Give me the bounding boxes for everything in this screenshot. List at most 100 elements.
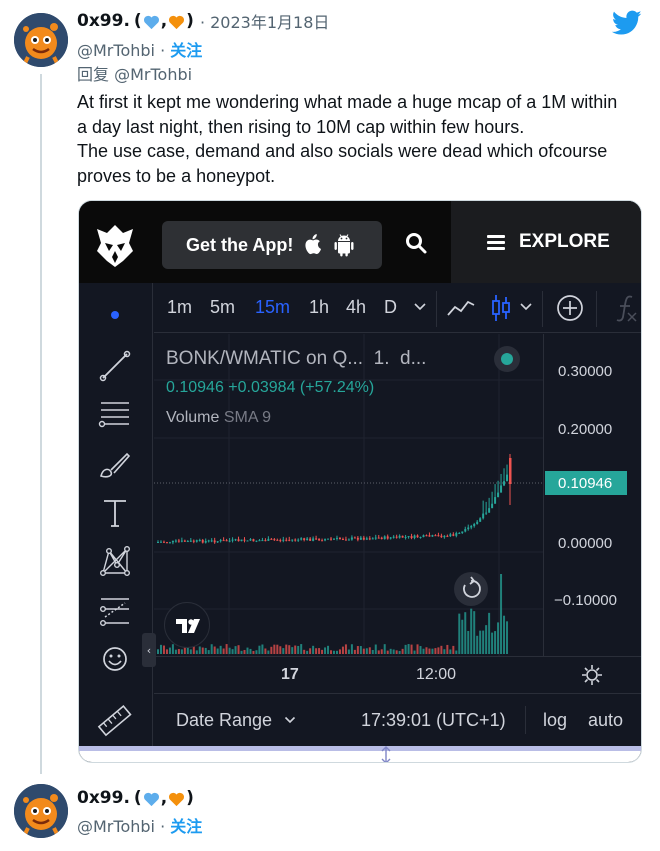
tweet-date[interactable]: · 2023年1月18日	[200, 9, 329, 33]
emoji-icon[interactable]	[97, 641, 133, 677]
settings-gear-icon[interactable]	[581, 664, 603, 686]
drawing-toolbar	[79, 283, 153, 746]
chevron-down-icon[interactable]	[413, 302, 427, 312]
volume-bar	[252, 650, 255, 654]
tradingview-logo-icon[interactable]	[164, 602, 210, 648]
tweet-text-line: At first it kept me wondering what made …	[77, 92, 618, 112]
chevron-down-icon[interactable]	[519, 302, 533, 312]
explore-button[interactable]: EXPLORE	[451, 201, 641, 283]
date-range-button[interactable]: Date Range	[176, 710, 272, 731]
candle-body	[497, 492, 500, 498]
candle-body	[204, 541, 207, 543]
candles-icon[interactable]	[489, 293, 513, 323]
avatar[interactable]	[14, 13, 68, 67]
timeframe-1h[interactable]: 1h	[309, 297, 329, 318]
volume-bar	[494, 631, 497, 654]
name-paren-open: (	[133, 11, 142, 31]
volume-bar	[264, 648, 267, 654]
volume-bar	[300, 644, 303, 654]
tweet-text-line: proves to be a honeypot.	[77, 165, 276, 186]
collapse-toolbar-button[interactable]: ‹	[142, 633, 156, 667]
timeframe-5m[interactable]: 5m	[210, 297, 235, 318]
candle-body	[410, 536, 413, 539]
add-indicator-icon[interactable]	[556, 294, 584, 322]
volume-bar	[422, 648, 425, 654]
candle-body	[258, 540, 261, 542]
log-scale-toggle[interactable]: log	[543, 710, 567, 731]
candle-body	[261, 540, 264, 542]
avatar[interactable]	[14, 784, 68, 838]
timeframe-15m[interactable]: 15m	[255, 297, 290, 318]
volume-bar	[240, 650, 243, 654]
reply-to-text[interactable]: 回复 @MrTohbi	[77, 61, 192, 85]
author-name-row[interactable]: 0x99. ( , )	[77, 788, 194, 808]
candle-body	[491, 503, 494, 509]
volume-bar	[237, 645, 240, 654]
handle-separator: ·	[160, 817, 166, 836]
ruler-icon[interactable]	[97, 703, 133, 739]
chevron-down-icon[interactable]	[284, 716, 296, 725]
next-tweet[interactable]: 0x99. ( , ) @MrTohbi · 关注	[0, 780, 660, 851]
candle-body	[428, 535, 431, 537]
candle-body	[392, 536, 395, 538]
auto-scale-toggle[interactable]: auto	[588, 710, 623, 731]
timeframe-toolbar: 1m 5m 15m 1h 4h D	[154, 283, 641, 333]
clock-timezone[interactable]: 17:39:01 (UTC+1)	[361, 710, 506, 731]
candle-body	[458, 532, 461, 534]
search-icon[interactable]	[404, 231, 428, 255]
price-chart-pane[interactable]: BONK/WMATIC on Q... 1. d... 0.10946 +0.0…	[154, 334, 543, 656]
trend-line-icon[interactable]	[97, 348, 133, 384]
get-app-button[interactable]: Get the App!	[162, 221, 382, 269]
volume-bar	[288, 645, 291, 654]
market-status-icon[interactable]	[494, 346, 520, 372]
candle-body	[350, 537, 353, 540]
volume-bar	[165, 649, 168, 654]
author-handle[interactable]: @MrTohbi	[77, 41, 155, 60]
volume-bar	[261, 644, 264, 654]
app-header: Get the App! EXPLORE	[79, 201, 641, 283]
author-handle[interactable]: @MrTohbi	[77, 817, 155, 836]
volume-bar	[362, 648, 365, 654]
text-tool-icon[interactable]	[97, 495, 133, 531]
time-axis[interactable]: 17 12:00	[154, 656, 641, 693]
candle-body	[327, 538, 330, 540]
resize-handle[interactable]	[79, 746, 641, 762]
volume-bar	[177, 649, 180, 654]
volume-legend[interactable]: Volume SMA 9	[166, 409, 271, 427]
reset-chart-icon[interactable]	[454, 572, 488, 606]
follow-button[interactable]: 关注	[170, 817, 202, 836]
author-name-row[interactable]: 0x99. ( , ) · 2023年1月18日	[77, 9, 329, 33]
candle-body	[243, 539, 246, 541]
candle-body	[386, 536, 389, 539]
volume-bar	[285, 644, 288, 654]
follow-button[interactable]: 关注	[170, 41, 202, 60]
toolbar-divider	[436, 291, 437, 327]
function-icon[interactable]	[614, 293, 640, 323]
owl-logo-icon[interactable]	[93, 221, 137, 269]
twitter-bird-icon[interactable]	[612, 10, 642, 36]
volume-bar	[395, 650, 398, 654]
volume-bar	[476, 635, 479, 654]
candle-body	[306, 538, 309, 541]
tweet-media-image[interactable]: Get the App! EXPLORE 1m 5m 15m 1h 4h D B…	[78, 200, 642, 763]
timeframe-1m[interactable]: 1m	[167, 297, 192, 318]
candle-body	[338, 537, 341, 540]
author-name[interactable]: 0x99.	[77, 11, 130, 31]
line-chart-icon[interactable]	[446, 295, 476, 321]
author-name[interactable]: 0x99.	[77, 788, 130, 808]
volume-bar	[482, 630, 485, 654]
timeframe-4h[interactable]: 4h	[346, 297, 366, 318]
brush-icon[interactable]	[97, 446, 133, 482]
prediction-tool-icon[interactable]	[97, 593, 133, 629]
candle-body	[210, 540, 213, 542]
price-axis[interactable]: 0.30000 0.20000 0.00000 −0.10000 0.10946	[543, 334, 641, 656]
volume-bar	[389, 648, 392, 654]
volume-bar	[273, 644, 276, 654]
timeframe-d[interactable]: D	[384, 297, 397, 318]
symbol-legend[interactable]: BONK/WMATIC on Q... 1. d...	[166, 348, 426, 370]
fib-lines-icon[interactable]	[97, 396, 133, 432]
candle-body	[371, 538, 374, 540]
volume-bar	[258, 645, 261, 654]
pattern-tool-icon[interactable]	[97, 543, 133, 579]
crosshair-dot-icon[interactable]	[97, 297, 133, 333]
